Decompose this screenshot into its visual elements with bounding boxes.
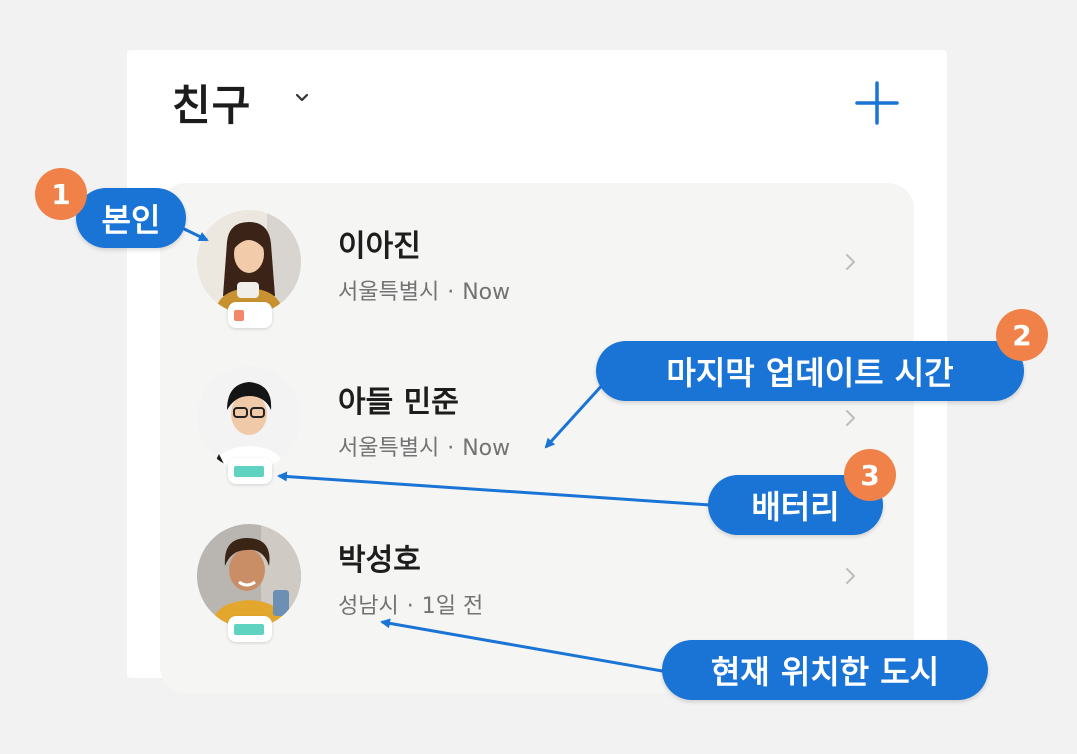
callout-last-update: 마지막 업데이트 시간 <box>596 341 1024 401</box>
callout-city-label: 현재 위치한 도시 <box>710 653 940 691</box>
badge-1: 1 <box>35 168 87 220</box>
callout-battery-label: 배터리 <box>751 488 840 526</box>
badge-2: 2 <box>996 309 1048 361</box>
callout-self: 본인 <box>76 188 186 248</box>
callout-city: 현재 위치한 도시 <box>662 640 988 700</box>
arrow-last-update <box>544 380 607 449</box>
callout-self-label: 본인 <box>101 201 161 239</box>
callout-last-update-label: 마지막 업데이트 시간 <box>666 354 954 392</box>
arrow-battery <box>277 471 711 507</box>
badge-3: 3 <box>844 449 896 501</box>
arrow-city <box>380 618 669 674</box>
